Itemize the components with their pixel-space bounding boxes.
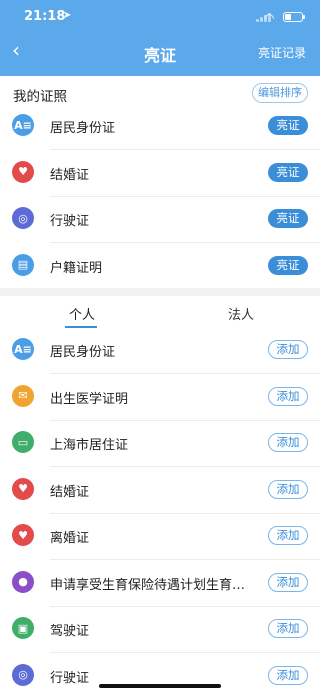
add-certificate-button[interactable]: 添加 xyxy=(268,340,308,359)
household-register-icon: ▤ xyxy=(12,253,34,276)
add-certificate-button[interactable]: 添加 xyxy=(268,433,308,452)
list-item[interactable]: ◎ 行驶证 亮证 xyxy=(0,197,320,243)
status-bar: 21:18 ➤ ◠ xyxy=(0,9,320,29)
my-certificates-section: 我的证照 编辑排序 A≡ 居民身份证 亮证 ♥ 结婚证 亮证 ◎ 行驶证 亮证 ▤ 户籍证明 亮证 xyxy=(0,76,320,290)
marriage-icon: ♥ xyxy=(12,477,34,500)
show-certificate-button[interactable]: 亮证 xyxy=(268,116,308,135)
maternity-icon: ● xyxy=(12,570,34,593)
add-certificate-button[interactable]: 添加 xyxy=(268,479,308,499)
list-item-label: 结婚证 xyxy=(50,167,90,183)
steering-wheel-icon: ◎ xyxy=(12,663,34,686)
add-certificate-button[interactable]: 添加 xyxy=(268,619,308,638)
app-header: 21:18 ➤ ◠ ‹ 亮证 亮证记录 xyxy=(0,0,320,76)
wifi-icon: ◠ xyxy=(264,11,275,25)
id-card-icon: A≡ xyxy=(12,338,34,360)
list-item-label: 结婚证 xyxy=(50,484,90,500)
driving-license-icon: ▣ xyxy=(12,617,34,639)
steering-wheel-icon: ◎ xyxy=(12,207,34,229)
marriage-icon: ♥ xyxy=(12,160,34,183)
section-divider xyxy=(0,288,320,296)
show-certificate-button[interactable]: 亮证 xyxy=(268,255,308,275)
list-item[interactable]: ♥ 结婚证 亮证 xyxy=(0,151,320,197)
record-link[interactable]: 亮证记录 xyxy=(258,44,306,61)
list-item[interactable]: ♥ 离婚证 添加 xyxy=(0,514,320,560)
list-item[interactable]: ▣ 驾驶证 添加 xyxy=(0,607,320,653)
list-item-label: 驾驶证 xyxy=(50,624,90,639)
list-item[interactable]: ♥ 结婚证 添加 xyxy=(0,468,320,514)
list-item-label: 户籍证明 xyxy=(50,260,103,276)
list-item-label: 申请享受生育保险待遇计划生育情况证明 xyxy=(50,577,255,593)
list-item[interactable]: A≡ 居民身份证 亮证 xyxy=(0,104,320,150)
tab-bar: 个人 法人 xyxy=(0,296,320,328)
residence-permit-icon: ▭ xyxy=(12,431,34,453)
status-time: 21:18 xyxy=(24,9,66,24)
id-card-icon: A≡ xyxy=(12,114,34,136)
list-item[interactable]: ▭ 上海市居住证 添加 xyxy=(0,421,320,467)
location-arrow-icon: ➤ xyxy=(63,10,72,21)
broken-heart-icon: ♥ xyxy=(12,524,34,546)
list-item[interactable]: ▤ 户籍证明 亮证 xyxy=(0,244,320,290)
list-item-label: 离婚证 xyxy=(50,531,90,546)
add-certificate-button[interactable]: 添加 xyxy=(268,665,308,685)
list-item-label: 居民身份证 xyxy=(50,345,116,360)
list-item-label: 出生医学证明 xyxy=(50,391,129,407)
section-title: 我的证照 xyxy=(13,89,67,105)
list-item-label: 居民身份证 xyxy=(50,121,116,136)
show-certificate-button[interactable]: 亮证 xyxy=(268,162,308,182)
tab-legal[interactable]: 法人 xyxy=(228,304,254,323)
home-indicator xyxy=(99,684,221,688)
add-certificate-button[interactable]: 添加 xyxy=(268,526,308,545)
battery-icon xyxy=(283,12,305,22)
tab-personal[interactable]: 个人 xyxy=(69,304,95,323)
list-item-label: 行驶证 xyxy=(50,214,90,229)
edit-order-button[interactable]: 编辑排序 xyxy=(252,83,308,103)
add-certificate-button[interactable]: 添加 xyxy=(268,386,308,406)
list-item[interactable]: ● 申请享受生育保险待遇计划生育情况证明添加 xyxy=(0,561,320,607)
birth-certificate-icon: ✉ xyxy=(12,384,34,407)
list-item[interactable]: ✉ 出生医学证明 添加 xyxy=(0,375,320,421)
list-item[interactable]: A≡ 居民身份证 添加 xyxy=(0,328,320,374)
show-certificate-button[interactable]: 亮证 xyxy=(268,209,308,228)
nav-bar: ‹ 亮证 亮证记录 xyxy=(0,36,320,68)
add-certificate-button[interactable]: 添加 xyxy=(268,572,308,592)
list-item-label: 行驶证 xyxy=(50,670,90,686)
list-item-label: 上海市居住证 xyxy=(50,438,129,453)
